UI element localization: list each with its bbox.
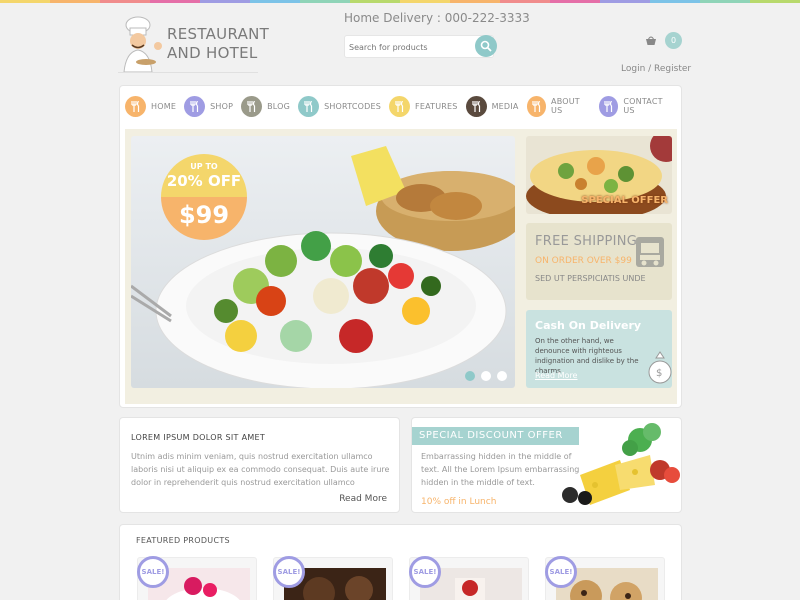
media-icon bbox=[465, 95, 487, 117]
cheese-platter-image bbox=[562, 423, 680, 505]
hero-slide[interactable]: UP TO 20% OFF $99 bbox=[131, 136, 515, 388]
special-discount-box[interactable]: SPECIAL DISCOUNT OFFER Embarrassing hidd… bbox=[411, 417, 682, 513]
rainbow-segment bbox=[450, 0, 500, 3]
rainbow-segment bbox=[50, 0, 100, 3]
rainbow-top-bar bbox=[0, 0, 800, 3]
nav-item-home[interactable]: HOME bbox=[125, 93, 176, 119]
site-logo[interactable]: RESTAURANT AND HOTEL bbox=[118, 16, 270, 74]
discount-title: SPECIAL DISCOUNT OFFER bbox=[419, 430, 563, 441]
nav-label: HOME bbox=[151, 101, 177, 111]
nav-item-blog[interactable]: BLOG bbox=[241, 93, 290, 119]
sale-badge: SALE! bbox=[409, 556, 441, 588]
sale-badge: SALE! bbox=[273, 556, 305, 588]
shortcodes-icon bbox=[298, 95, 320, 117]
featured-products-section: FEATURED PRODUCTS SALE! SALE! SALE! SALE… bbox=[119, 524, 682, 600]
rainbow-segment bbox=[750, 0, 800, 3]
features-icon bbox=[389, 95, 411, 117]
brand-line-2: AND HOTEL bbox=[167, 44, 258, 62]
home-icon bbox=[125, 95, 146, 117]
nav-label: FEATURES bbox=[415, 101, 458, 111]
nav-label: SHORTCODES bbox=[324, 101, 382, 111]
cod-read-more-link[interactable]: Read More bbox=[535, 371, 577, 380]
rainbow-segment bbox=[350, 0, 400, 3]
about-icon bbox=[526, 95, 547, 117]
contact-icon bbox=[598, 95, 619, 117]
main-panel: HOME SHOP BLOG SHORTCODES FEATURES MEDIA ABOUT… bbox=[119, 85, 682, 408]
discount-offer: 10% off in Lunch bbox=[421, 497, 497, 507]
delivery-phone: Home Delivery : 000-222-3333 bbox=[344, 11, 530, 25]
search-button[interactable] bbox=[475, 35, 497, 57]
rainbow-segment bbox=[200, 0, 250, 3]
rainbow-segment bbox=[500, 0, 550, 3]
nav-item-media[interactable]: MEDIA bbox=[465, 93, 519, 119]
brand-line-1: RESTAURANT bbox=[167, 25, 270, 43]
rainbow-segment bbox=[400, 0, 450, 3]
badge-upto: UP TO bbox=[190, 162, 218, 171]
rainbow-segment bbox=[0, 0, 50, 3]
search-icon bbox=[480, 40, 492, 52]
chef-logo-icon bbox=[123, 16, 162, 72]
shop-icon bbox=[184, 95, 206, 117]
nav-label: CONTACT US bbox=[623, 97, 663, 115]
search-box[interactable] bbox=[344, 35, 494, 58]
rainbow-segment bbox=[250, 0, 300, 3]
nav-item-features[interactable]: FEATURES bbox=[389, 93, 458, 119]
free-shipping-banner[interactable]: FREE SHIPPING ON ORDER OVER $99 SED UT P… bbox=[526, 223, 672, 300]
nav-item-shortcodes[interactable]: SHORTCODES bbox=[298, 93, 381, 119]
cod-title: Cash On Delivery bbox=[535, 319, 642, 332]
special-offer-banner[interactable]: SPECIAL OFFER bbox=[526, 136, 672, 214]
badge-percent: 20% OFF bbox=[166, 172, 242, 190]
slider-dot[interactable] bbox=[497, 371, 507, 381]
blog-icon bbox=[241, 95, 263, 117]
rainbow-segment bbox=[550, 0, 600, 3]
shipping-subtitle: ON ORDER OVER $99 bbox=[535, 256, 632, 266]
logo-divider bbox=[118, 72, 258, 73]
shipping-note: SED UT PERSPICIATIS UNDE bbox=[535, 274, 646, 283]
discount-body: Embarrassing hidden in the middle of tex… bbox=[421, 452, 580, 487]
nav-item-shop[interactable]: SHOP bbox=[184, 93, 233, 119]
money-bag-icon: $ bbox=[648, 351, 672, 384]
cash-on-delivery-banner[interactable]: Cash On Delivery On the other hand, we d… bbox=[526, 310, 672, 388]
rainbow-segment bbox=[650, 0, 700, 3]
svg-text:$: $ bbox=[656, 368, 662, 379]
nav-item-about-us[interactable]: ABOUT US bbox=[526, 93, 591, 119]
slider-area: UP TO 20% OFF $99 SPECIAL OFFER FREE SHI… bbox=[125, 129, 677, 404]
rainbow-segment bbox=[600, 0, 650, 3]
slider-dot[interactable] bbox=[481, 371, 491, 381]
featured-title: FEATURED PRODUCTS bbox=[136, 536, 230, 545]
shipping-title: FREE SHIPPING bbox=[535, 234, 638, 249]
rainbow-segment bbox=[100, 0, 150, 3]
rainbow-segment bbox=[700, 0, 750, 3]
lorem-info-box: LOREM IPSUM DOLOR SIT AMET Utnim adis mi… bbox=[119, 417, 400, 513]
special-offer-label: SPECIAL OFFER bbox=[581, 195, 668, 206]
badge-price: $99 bbox=[178, 201, 230, 229]
login-register-link[interactable]: Login / Register bbox=[621, 64, 691, 74]
rainbow-segment bbox=[300, 0, 350, 3]
nav-item-contact-us[interactable]: CONTACT US bbox=[598, 93, 673, 119]
lorem-title: LOREM IPSUM DOLOR SIT AMET bbox=[131, 433, 266, 442]
nav-label: SHOP bbox=[210, 101, 234, 111]
sale-badge: SALE! bbox=[545, 556, 577, 588]
search-input[interactable] bbox=[349, 39, 469, 55]
nav-label: MEDIA bbox=[491, 101, 519, 111]
lorem-read-more-link[interactable]: Read More bbox=[339, 494, 387, 504]
main-nav: HOME SHOP BLOG SHORTCODES FEATURES MEDIA ABOUT… bbox=[125, 93, 681, 119]
cart-icon[interactable] bbox=[645, 36, 657, 46]
truck-icon bbox=[636, 237, 664, 267]
discount-badge: UP TO 20% OFF $99 bbox=[161, 154, 247, 240]
sale-badge: SALE! bbox=[137, 556, 169, 588]
nav-label: ABOUT US bbox=[551, 97, 580, 115]
discount-header: SPECIAL DISCOUNT OFFER bbox=[412, 427, 579, 445]
cod-body: On the other hand, we denounce with righ… bbox=[535, 337, 639, 375]
lorem-body: Utnim adis minim veniam, quis nostrud ex… bbox=[131, 452, 390, 487]
cart-count-badge[interactable]: 0 bbox=[665, 32, 682, 49]
slider-dots bbox=[465, 371, 513, 381]
slider-dot[interactable] bbox=[465, 371, 475, 381]
nav-label: BLOG bbox=[267, 101, 291, 111]
rainbow-segment bbox=[150, 0, 200, 3]
